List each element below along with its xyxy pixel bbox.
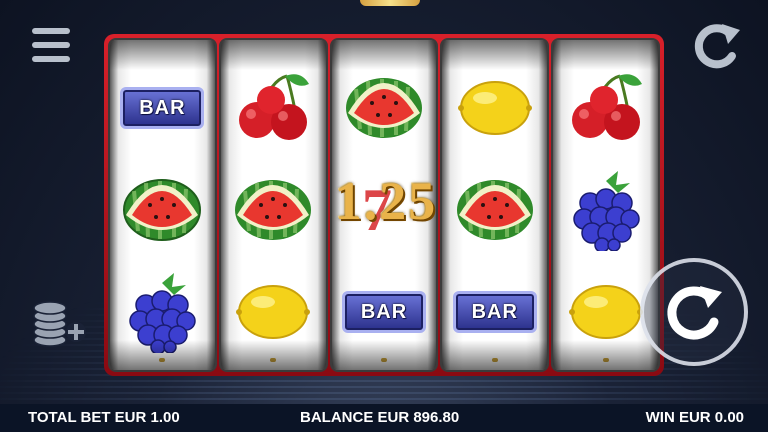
- restart-icon[interactable]: [688, 20, 744, 72]
- logo-decoration: [360, 0, 420, 6]
- status-bar: TOTAL BET EUR 1.00 BALANCE EUR 896.80 WI…: [0, 404, 768, 432]
- win-amount-display: 1.25: [334, 171, 438, 231]
- symbol-cherries: [221, 58, 326, 158]
- hamburger-menu-icon: [32, 28, 70, 34]
- reel-marker: [270, 358, 277, 362]
- win-label: WIN EUR 0.00: [645, 409, 744, 426]
- cherries-icon: [571, 74, 642, 140]
- menu-button[interactable]: [32, 28, 70, 62]
- spin-button[interactable]: [640, 258, 748, 366]
- bar-label: BAR: [360, 300, 408, 323]
- bar-icon: BAR: [341, 291, 426, 333]
- total-bet-label[interactable]: TOTAL BET EUR 1.00: [28, 409, 180, 426]
- symbol-lemon: [221, 262, 326, 362]
- cherries-icon: [239, 74, 310, 140]
- lemon-icon: [568, 285, 643, 339]
- watermelon-icon: [345, 78, 422, 138]
- watermelon-icon: [123, 179, 202, 241]
- symbol-blackberry: [110, 262, 215, 362]
- symbol-watermelon: [110, 160, 215, 260]
- bar-icon: BAR: [120, 87, 205, 129]
- spin-icon: [667, 286, 722, 340]
- coin-stack-plus-icon[interactable]: [30, 300, 88, 348]
- symbol-bar: BAR: [332, 262, 437, 362]
- symbol-bar: BAR: [442, 262, 547, 362]
- balance-label: BALANCE EUR 896.80: [300, 409, 460, 426]
- bar-label: BAR: [471, 300, 518, 323]
- symbol-lemon: [442, 58, 547, 158]
- reel-marker: [491, 358, 498, 362]
- lemon-icon: [236, 285, 311, 339]
- reel-1: BAR: [108, 38, 217, 372]
- menu-line: [32, 42, 70, 48]
- symbol-watermelon: [332, 58, 437, 158]
- symbol-bar: BAR: [110, 58, 215, 158]
- lemon-icon: [457, 81, 532, 135]
- bar-icon: BAR: [452, 291, 537, 333]
- bar-label: BAR: [139, 96, 186, 119]
- blackberry-icon: [572, 171, 640, 251]
- blackberry-icon: [129, 273, 197, 353]
- reel-marker: [602, 358, 609, 362]
- menu-line: [32, 56, 70, 62]
- symbol-blackberry: [553, 160, 658, 260]
- reel-marker: [380, 358, 387, 362]
- symbol-cherries: [553, 58, 658, 158]
